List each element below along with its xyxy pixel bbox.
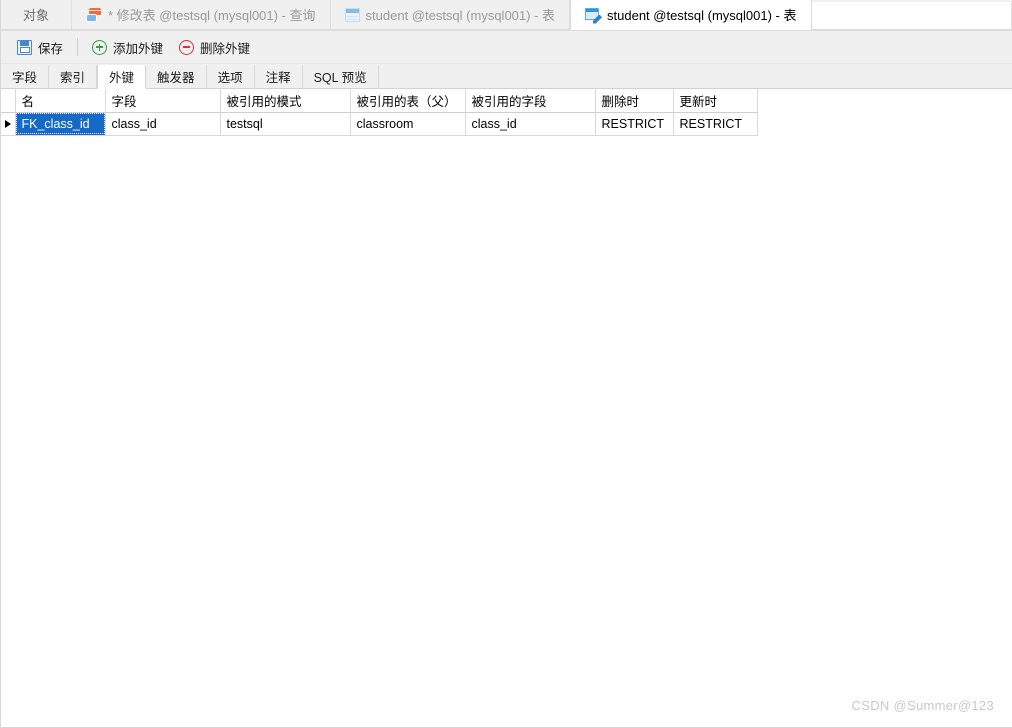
cell-referenced-table[interactable]: classroom <box>350 112 466 136</box>
column-header-on-update[interactable]: 更新时 <box>673 89 758 113</box>
toolbar: 保存 添加外键 删除外键 <box>1 31 1012 64</box>
grid-header-row: 名 字段 被引用的模式 被引用的表（父） 被引用的字段 删除时 更新时 <box>1 89 758 113</box>
design-tabs-empty-area <box>378 65 1012 88</box>
tab-student-table-design-label: student @testsql (mysql001) - 表 <box>607 7 797 23</box>
foreign-keys-grid: 名 字段 被引用的模式 被引用的表（父） 被引用的字段 删除时 更新时 FK_c… <box>1 89 758 136</box>
column-header-field[interactable]: 字段 <box>105 89 221 113</box>
tab-fields[interactable]: 字段 <box>1 65 50 88</box>
tab-objects[interactable]: 对象 <box>1 0 73 30</box>
application-window: 对象 * 修改表 @testsql (mysql001) - 查询 studen… <box>0 0 1012 728</box>
tab-fields-label: 字段 <box>12 71 38 85</box>
watermark: CSDN @Summer@123 <box>851 698 994 713</box>
tab-foreign-keys-label: 外键 <box>109 71 135 85</box>
cell-name[interactable]: FK_class_id <box>15 112 106 136</box>
cell-field[interactable]: class_id <box>105 112 221 136</box>
save-button-label: 保存 <box>38 41 64 56</box>
tab-comments[interactable]: 注释 <box>254 65 303 88</box>
toolbar-separator <box>77 38 79 56</box>
column-header-referenced-field[interactable]: 被引用的字段 <box>465 89 596 113</box>
cell-referenced-field[interactable]: class_id <box>465 112 596 136</box>
table-edit-icon <box>585 7 603 24</box>
plus-circle-icon <box>92 39 108 55</box>
save-icon <box>17 39 32 55</box>
main-tabstrip: 对象 * 修改表 @testsql (mysql001) - 查询 studen… <box>1 0 1012 31</box>
table-icon <box>344 8 360 22</box>
column-header-referenced-schema[interactable]: 被引用的模式 <box>220 89 351 113</box>
row-indicator-cell <box>1 112 16 136</box>
column-header-name[interactable]: 名 <box>15 89 106 113</box>
tab-student-table-design[interactable]: student @testsql (mysql001) - 表 <box>570 0 812 30</box>
minus-circle-icon <box>179 39 195 55</box>
cell-on-delete[interactable]: RESTRICT <box>595 112 674 136</box>
add-foreign-key-label: 添加外键 <box>113 41 164 56</box>
delete-foreign-key-button[interactable]: 删除外键 <box>171 35 258 59</box>
tab-indexes[interactable]: 索引 <box>49 65 98 88</box>
tab-sql-preview-label: SQL 预览 <box>313 71 367 85</box>
tabstrip-empty-area <box>811 2 1012 30</box>
tab-options[interactable]: 选项 <box>206 65 255 88</box>
save-button[interactable]: 保存 <box>9 35 71 59</box>
add-foreign-key-button[interactable]: 添加外键 <box>84 35 171 59</box>
column-header-referenced-table[interactable]: 被引用的表（父） <box>350 89 466 113</box>
tab-student-table[interactable]: student @testsql (mysql001) - 表 <box>330 0 571 30</box>
grid-row-header-corner <box>1 89 16 113</box>
tab-student-table-label: student @testsql (mysql001) - 表 <box>365 7 556 23</box>
tab-indexes-label: 索引 <box>60 71 86 85</box>
tab-comments-label: 注释 <box>265 71 291 85</box>
table-row[interactable]: FK_class_id class_id testsql classroom c… <box>1 112 758 136</box>
cell-referenced-schema[interactable]: testsql <box>220 112 351 136</box>
tab-modify-table-query-label: * 修改表 @testsql (mysql001) - 查询 <box>108 7 316 23</box>
tab-objects-label: 对象 <box>23 7 50 23</box>
foreign-keys-grid-area: 名 字段 被引用的模式 被引用的表（父） 被引用的字段 删除时 更新时 FK_c… <box>1 89 1012 727</box>
delete-foreign-key-label: 删除外键 <box>200 41 251 56</box>
cell-on-update[interactable]: RESTRICT <box>673 112 758 136</box>
cell-name-value: FK_class_id <box>15 113 104 134</box>
tab-foreign-keys[interactable]: 外键 <box>97 65 147 89</box>
tab-options-label: 选项 <box>217 71 243 85</box>
row-arrow-icon <box>4 120 11 129</box>
query-icon <box>86 8 102 22</box>
column-header-on-delete[interactable]: 删除时 <box>595 89 674 113</box>
design-tabs: 字段 索引 外键 触发器 选项 注释 SQL 预览 <box>1 64 1012 89</box>
tab-modify-table-query[interactable]: * 修改表 @testsql (mysql001) - 查询 <box>72 0 331 30</box>
tab-triggers-label: 触发器 <box>157 71 195 85</box>
tab-triggers[interactable]: 触发器 <box>146 65 207 88</box>
tab-sql-preview[interactable]: SQL 预览 <box>302 65 379 88</box>
